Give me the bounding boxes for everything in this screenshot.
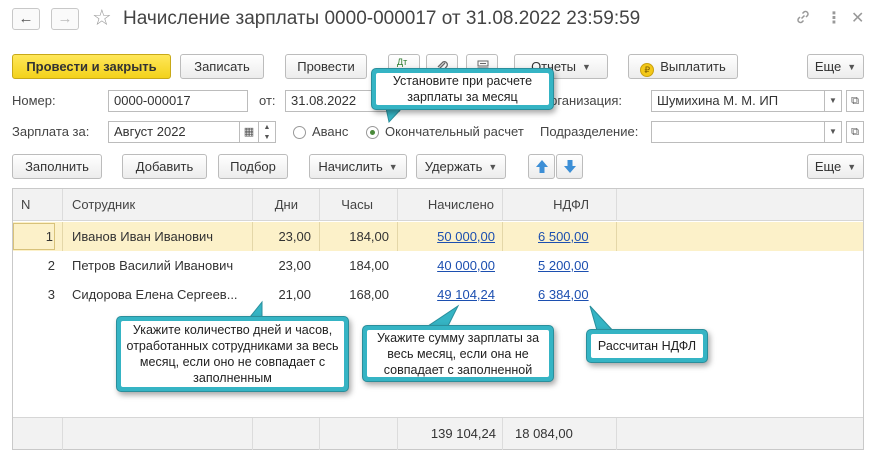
callout-days-hours: Укажите количество дней и часов, отработ… xyxy=(116,316,349,392)
callout-month: Установите при расчете зарплаты за месяц xyxy=(371,68,554,110)
callout-salary-sum: Укажите сумму зарплаты за весь месяц, ес… xyxy=(362,325,554,382)
callout-ndfl: Рассчитан НДФЛ xyxy=(586,329,708,363)
